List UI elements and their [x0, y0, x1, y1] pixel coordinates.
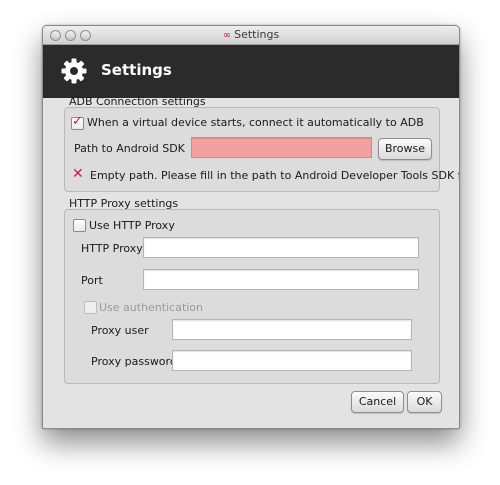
gear-icon — [61, 58, 87, 84]
use-proxy-label: Use HTTP Proxy — [89, 219, 175, 232]
sdk-path-label: Path to Android SDK — [74, 142, 185, 155]
sdk-path-field[interactable] — [191, 137, 372, 158]
use-authentication-checkbox[interactable] — [84, 301, 97, 314]
browse-button[interactable]: Browse — [378, 138, 432, 160]
auto-connect-label: When a virtual device starts, connect it… — [87, 116, 424, 129]
settings-window: ∞ Settings Settings ADB Connection settin… — [42, 25, 460, 429]
title-bar: ∞ Settings — [43, 26, 459, 45]
port-label: Port — [81, 274, 103, 287]
port-field[interactable] — [143, 269, 419, 290]
error-icon: ✕ — [72, 166, 84, 182]
http-proxy-label: HTTP Proxy — [81, 242, 143, 255]
app-logo-icon: ∞ — [222, 30, 232, 41]
sdk-path-error-message: Empty path. Please fill in the path to A… — [90, 169, 460, 182]
proxy-user-field[interactable] — [172, 319, 412, 340]
settings-header: Settings — [43, 45, 459, 98]
auto-connect-checkbox[interactable]: ✓ — [71, 114, 84, 130]
use-proxy-checkbox[interactable] — [73, 219, 86, 232]
window-title: ∞ Settings — [222, 28, 280, 41]
proxy-user-label: Proxy user — [91, 324, 149, 337]
cancel-button[interactable]: Cancel — [351, 391, 404, 413]
use-authentication-label: Use authentication — [99, 301, 204, 314]
page-title: Settings — [101, 61, 172, 79]
check-icon: ✓ — [72, 114, 83, 129]
http-proxy-field[interactable] — [143, 237, 419, 258]
proxy-password-label: Proxy password — [91, 355, 177, 368]
ok-button[interactable]: OK — [407, 391, 442, 413]
proxy-password-field[interactable] — [172, 350, 412, 371]
